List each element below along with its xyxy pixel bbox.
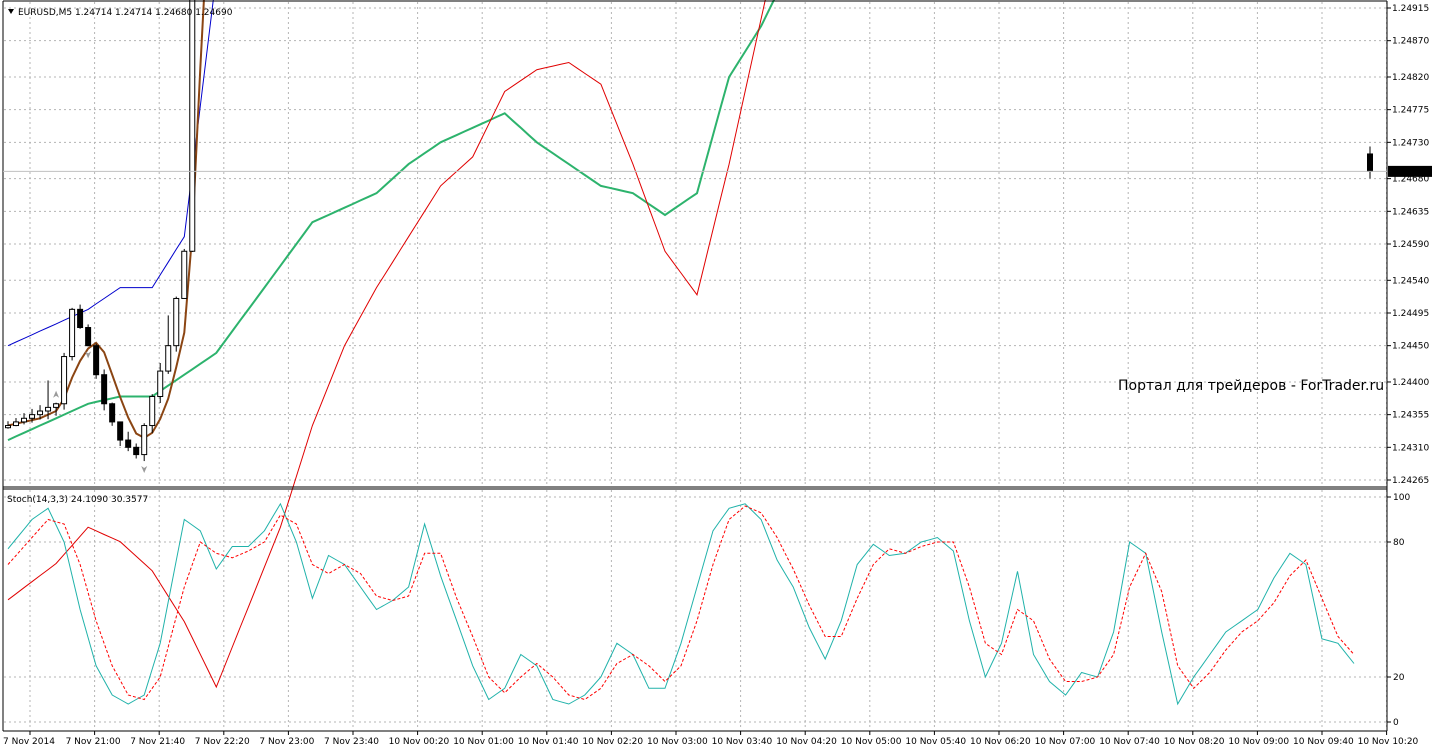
time-tick-label: 7 Nov 21:00 xyxy=(66,737,121,747)
price-tick-label: 1.24635 xyxy=(1392,207,1429,217)
stoch-tick-label: 0 xyxy=(1393,718,1399,728)
candle-body xyxy=(61,356,68,405)
price-tick-label: 1.24355 xyxy=(1392,411,1429,421)
trading-chart-window[interactable]: Портал для трейдеров - ForTrader.ru 1.24… xyxy=(0,0,1432,750)
current-price-label: 1.24690 xyxy=(1391,168,1428,178)
price-tick-label: 1.24450 xyxy=(1392,342,1429,352)
candle-body xyxy=(5,425,11,429)
price-axis: 1.24915 1.24870 1.24820 1.24775 1.24730 1.246… xyxy=(1387,4,1429,486)
time-tick-label: 10 Nov 07:00 xyxy=(1035,737,1096,747)
candle-body xyxy=(125,439,132,448)
time-tick-label: 10 Nov 01:40 xyxy=(518,737,579,747)
price-tick-label: 1.24820 xyxy=(1392,73,1429,83)
candle-body xyxy=(29,414,36,419)
time-tick-label: 10 Nov 04:20 xyxy=(776,737,837,747)
price-tick-label: 1.24400 xyxy=(1392,378,1429,388)
stoch-tick-label: 20 xyxy=(1393,673,1405,683)
candle-body xyxy=(85,327,92,347)
candle-body xyxy=(141,425,148,456)
price-tick-label: 1.24915 xyxy=(1392,4,1429,14)
time-tick-label: 10 Nov 07:40 xyxy=(1099,737,1160,747)
candle-body xyxy=(1367,153,1373,172)
candle-body xyxy=(13,421,20,427)
time-tick-label: 7 Nov 23:40 xyxy=(324,737,379,747)
price-tick-label: 1.24590 xyxy=(1392,240,1429,250)
time-tick-label: 7 Nov 21:40 xyxy=(130,737,185,747)
candle-body xyxy=(69,308,76,358)
candle-body xyxy=(117,421,124,441)
price-tick-label: 1.24870 xyxy=(1392,37,1429,47)
candle-body xyxy=(53,403,60,408)
candle-body xyxy=(109,403,116,423)
candle-body xyxy=(93,345,100,376)
candle-body xyxy=(189,0,196,252)
time-tick-label: 10 Nov 09:40 xyxy=(1293,737,1354,747)
price-tick-label: 1.24265 xyxy=(1392,476,1429,486)
watermark: Портал для трейдеров - ForTrader.ru xyxy=(1118,378,1384,394)
candle-body xyxy=(45,406,52,412)
time-tick-label: 10 Nov 06:20 xyxy=(970,737,1031,747)
time-tick-label: 10 Nov 03:00 xyxy=(647,737,708,747)
time-tick-label: 10 Nov 08:20 xyxy=(1164,737,1225,747)
candle-body xyxy=(77,308,84,329)
candle-body xyxy=(149,395,156,427)
stoch-tick-label: 100 xyxy=(1393,493,1410,503)
price-tick-label: 1.24730 xyxy=(1392,138,1429,148)
price-tick-label: 1.24540 xyxy=(1392,276,1429,286)
stoch-tick-label: 80 xyxy=(1393,538,1405,548)
chart-canvas[interactable]: Портал для трейдеров - ForTrader.ru 1.24… xyxy=(0,0,1432,750)
candle-body xyxy=(181,250,188,299)
candle-body xyxy=(37,410,44,416)
time-tick-label: 7 Nov 2014 xyxy=(3,737,55,747)
candle-body xyxy=(173,297,180,347)
price-tick-label: 1.24495 xyxy=(1392,309,1429,319)
price-tick-label: 1.24775 xyxy=(1392,106,1429,116)
price-tick-label: 1.24310 xyxy=(1392,443,1429,453)
candle-body xyxy=(21,417,28,423)
time-tick-label: 10 Nov 05:40 xyxy=(905,737,966,747)
time-tick-label: 7 Nov 23:00 xyxy=(259,737,314,747)
time-tick-label: 10 Nov 03:40 xyxy=(712,737,773,747)
candle-body xyxy=(101,374,108,405)
symbol-header: EURUSD,M5 1.24714 1.24714 1.24680 1.2469… xyxy=(18,8,233,18)
time-tick-label: 10 Nov 00:20 xyxy=(389,737,450,747)
time-tick-label: 10 Nov 01:00 xyxy=(453,737,514,747)
time-tick-label: 10 Nov 10:20 xyxy=(1358,737,1419,747)
time-tick-label: 7 Nov 22:20 xyxy=(195,737,250,747)
time-tick-label: 10 Nov 02:20 xyxy=(582,737,643,747)
indicator-header: Stoch(14,3,3) 24.1090 30.3577 xyxy=(7,495,148,505)
candle-body xyxy=(157,370,164,397)
candle-body xyxy=(133,446,140,456)
chart-background xyxy=(0,0,1432,750)
candle-body xyxy=(165,345,172,372)
time-tick-label: 10 Nov 05:00 xyxy=(841,737,902,747)
time-tick-label: 10 Nov 09:00 xyxy=(1228,737,1289,747)
